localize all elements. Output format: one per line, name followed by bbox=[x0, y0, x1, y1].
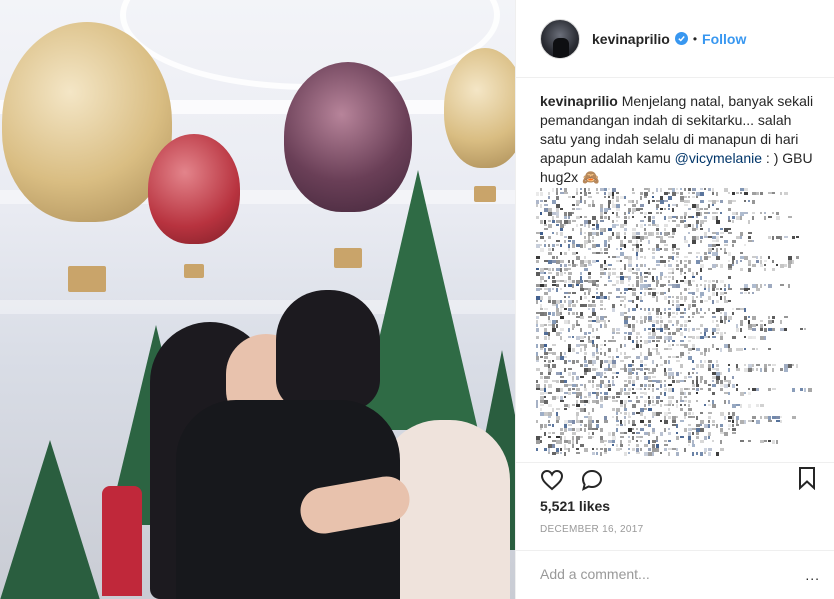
instagram-post: kevinaprilio • Follow kevinaprilio Menje… bbox=[0, 0, 834, 599]
post-date[interactable]: DECEMBER 16, 2017 bbox=[540, 524, 643, 535]
gold-balloon-left bbox=[2, 22, 172, 292]
follow-button[interactable]: Follow bbox=[702, 31, 746, 47]
heart-icon[interactable] bbox=[540, 468, 564, 492]
avatar[interactable] bbox=[540, 18, 580, 59]
likes-count[interactable]: 5,521 likes bbox=[540, 498, 610, 514]
comment-icon[interactable] bbox=[580, 468, 604, 492]
caption-username[interactable]: kevinaprilio bbox=[540, 93, 618, 109]
man-hair bbox=[276, 290, 380, 410]
post-caption: kevinaprilio Menjelang natal, banyak sek… bbox=[516, 78, 834, 187]
red-chair bbox=[102, 486, 142, 596]
christmas-tree bbox=[0, 440, 100, 599]
header-username[interactable]: kevinaprilio bbox=[592, 31, 670, 47]
action-bar bbox=[516, 462, 834, 496]
post-header: kevinaprilio • Follow bbox=[516, 0, 834, 78]
caption-mention-link[interactable]: @vicymelanie bbox=[675, 150, 762, 166]
post-photo[interactable] bbox=[0, 0, 515, 599]
censored-comments bbox=[536, 188, 816, 456]
more-options-icon[interactable]: ... bbox=[805, 567, 820, 583]
bookmark-icon[interactable] bbox=[798, 466, 816, 495]
gold-balloon-right bbox=[444, 48, 515, 202]
red-balloon bbox=[148, 134, 240, 278]
post-side-panel: kevinaprilio • Follow kevinaprilio Menje… bbox=[515, 0, 834, 599]
verified-badge-icon bbox=[674, 32, 688, 45]
comment-bar: ... bbox=[516, 550, 834, 596]
header-separator: • bbox=[692, 31, 698, 46]
comment-input[interactable] bbox=[540, 565, 800, 582]
